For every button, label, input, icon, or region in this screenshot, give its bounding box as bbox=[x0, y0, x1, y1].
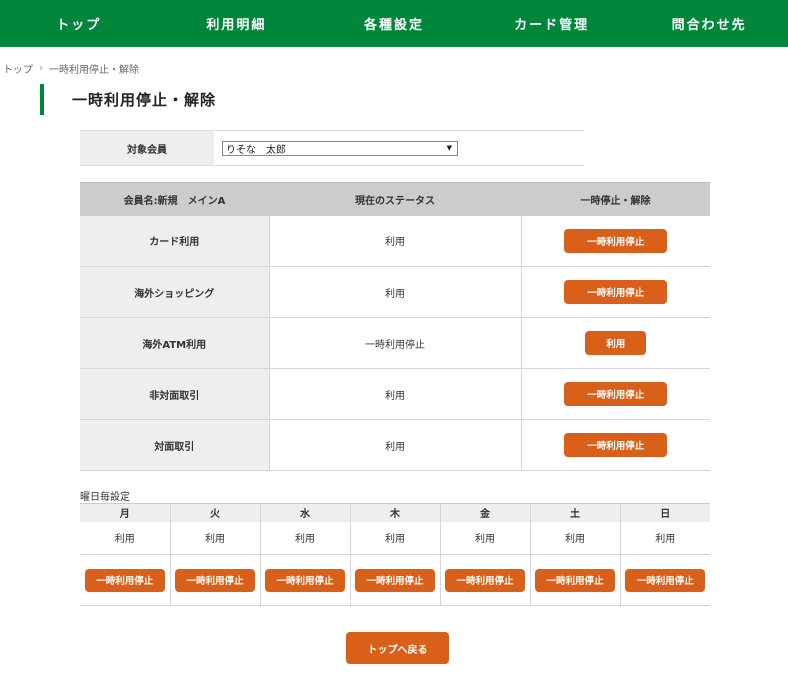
weekday-status-mon: 利用 bbox=[80, 521, 170, 555]
table-row: 海外ATM利用 一時利用停止 利用 bbox=[80, 317, 710, 369]
breadcrumb-chevron-icon: › bbox=[39, 63, 43, 74]
row-label: カード利用 bbox=[80, 215, 270, 267]
weekday-header-mon: 月 bbox=[80, 503, 170, 522]
suspend-wednesday-button[interactable]: 一時利用停止 bbox=[265, 568, 345, 592]
weekday-status-row: 利用 利用 利用 利用 利用 利用 利用 bbox=[80, 521, 710, 555]
back-to-top-button[interactable]: トップへ戻る bbox=[346, 632, 449, 664]
suspend-sunday-button[interactable]: 一時利用停止 bbox=[625, 568, 706, 592]
page-title: 一時利用停止・解除 bbox=[72, 91, 217, 109]
row-action-cell: 一時利用停止 bbox=[521, 215, 710, 267]
weekday-header-wed: 水 bbox=[259, 503, 350, 522]
status-table-header-row: 会員名:新規 メインA 現在のステータス 一時停止・解除 bbox=[80, 182, 710, 216]
suspend-tuesday-button[interactable]: 一時利用停止 bbox=[175, 568, 255, 592]
header-current-status: 現在のステータス bbox=[269, 182, 521, 216]
row-label: 非対面取引 bbox=[80, 368, 270, 420]
row-label: 対面取引 bbox=[80, 419, 270, 471]
dropdown-arrow-icon: ▼ bbox=[446, 144, 452, 152]
weekday-action-cell: 一時利用停止 bbox=[259, 554, 350, 606]
resume-overseas-atm-button[interactable]: 利用 bbox=[585, 331, 647, 355]
weekday-header-row: 月 火 水 木 金 土 日 bbox=[80, 503, 710, 522]
member-label: 対象会員 bbox=[80, 131, 214, 165]
table-row: 対面取引 利用 一時利用停止 bbox=[80, 419, 710, 471]
row-action-cell: 一時利用停止 bbox=[521, 419, 710, 471]
member-selector-row: 対象会員 りそな 太郎 ▼ bbox=[80, 130, 584, 166]
weekday-status-tue: 利用 bbox=[169, 521, 260, 555]
top-navigation: トップ 利用明細 各種設定 カード管理 問合わせ先 bbox=[0, 0, 788, 47]
page-title-block: 一時利用停止・解除 bbox=[40, 84, 216, 115]
weekday-action-cell: 一時利用停止 bbox=[80, 554, 170, 606]
row-label: 海外ATM利用 bbox=[80, 317, 270, 369]
nav-statement[interactable]: 利用明細 bbox=[158, 0, 316, 47]
suspend-card-use-button[interactable]: 一時利用停止 bbox=[564, 228, 668, 253]
row-status: 利用 bbox=[269, 419, 522, 471]
suspend-card-not-present-button[interactable]: 一時利用停止 bbox=[564, 382, 668, 406]
weekday-action-cell: 一時利用停止 bbox=[529, 554, 620, 606]
weekday-action-cell: 一時利用停止 bbox=[439, 554, 530, 606]
weekday-header-sat: 土 bbox=[529, 503, 620, 522]
suspend-card-present-button[interactable]: 一時利用停止 bbox=[564, 433, 668, 457]
row-status: 一時利用停止 bbox=[269, 317, 522, 369]
back-button-wrap: トップへ戻る bbox=[346, 632, 449, 664]
row-status: 利用 bbox=[269, 215, 522, 267]
weekday-header-fri: 金 bbox=[439, 503, 530, 522]
nav-settings[interactable]: 各種設定 bbox=[315, 0, 473, 47]
weekday-section-title: 曜日毎設定 bbox=[80, 492, 130, 503]
table-row: 海外ショッピング 利用 一時利用停止 bbox=[80, 266, 710, 318]
header-member-name: 会員名:新規 メインA bbox=[80, 182, 269, 216]
table-row: 非対面取引 利用 一時利用停止 bbox=[80, 368, 710, 420]
suspend-thursday-button[interactable]: 一時利用停止 bbox=[355, 568, 435, 592]
weekday-action-row: 一時利用停止 一時利用停止 一時利用停止 一時利用停止 一時利用停止 一時利用停… bbox=[80, 554, 710, 606]
row-label: 海外ショッピング bbox=[80, 266, 270, 318]
member-select[interactable]: りそな 太郎 ▼ bbox=[222, 140, 458, 156]
weekday-header-sun: 日 bbox=[619, 503, 710, 522]
weekday-status-wed: 利用 bbox=[259, 521, 350, 555]
status-table: 会員名:新規 メインA 現在のステータス 一時停止・解除 カード利用 利用 一時… bbox=[80, 182, 710, 471]
weekday-status-sun: 利用 bbox=[619, 521, 710, 555]
nav-top[interactable]: トップ bbox=[0, 0, 158, 47]
weekday-status-thu: 利用 bbox=[349, 521, 440, 555]
row-action-cell: 一時利用停止 bbox=[521, 266, 710, 318]
member-select-value: りそな 太郎 bbox=[226, 144, 286, 156]
breadcrumb: トップ › 一時利用停止・解除 bbox=[3, 61, 139, 76]
weekday-action-cell: 一時利用停止 bbox=[169, 554, 260, 606]
breadcrumb-home-link[interactable]: トップ bbox=[3, 61, 33, 76]
weekday-action-cell: 一時利用停止 bbox=[349, 554, 440, 606]
weekday-status-sat: 利用 bbox=[529, 521, 620, 555]
row-status: 利用 bbox=[269, 368, 522, 420]
row-status: 利用 bbox=[269, 266, 522, 318]
suspend-saturday-button[interactable]: 一時利用停止 bbox=[535, 568, 615, 592]
table-row: カード利用 利用 一時利用停止 bbox=[80, 215, 710, 267]
weekday-table: 月 火 水 木 金 土 日 利用 利用 利用 利用 利用 利用 利用 一時利用停… bbox=[80, 503, 710, 606]
row-action-cell: 一時利用停止 bbox=[521, 368, 710, 420]
nav-card-management[interactable]: カード管理 bbox=[473, 0, 631, 47]
weekday-action-cell: 一時利用停止 bbox=[619, 554, 710, 606]
suspend-monday-button[interactable]: 一時利用停止 bbox=[84, 568, 165, 592]
row-action-cell: 利用 bbox=[521, 317, 710, 369]
breadcrumb-current: 一時利用停止・解除 bbox=[49, 65, 139, 76]
weekday-header-tue: 火 bbox=[169, 503, 260, 522]
nav-contact[interactable]: 問合わせ先 bbox=[630, 0, 788, 47]
weekday-header-thu: 木 bbox=[349, 503, 440, 522]
weekday-status-fri: 利用 bbox=[439, 521, 530, 555]
suspend-overseas-shopping-button[interactable]: 一時利用停止 bbox=[564, 280, 668, 304]
member-value-cell: りそな 太郎 ▼ bbox=[214, 131, 584, 165]
header-action: 一時停止・解除 bbox=[521, 182, 710, 216]
suspend-friday-button[interactable]: 一時利用停止 bbox=[445, 568, 525, 592]
